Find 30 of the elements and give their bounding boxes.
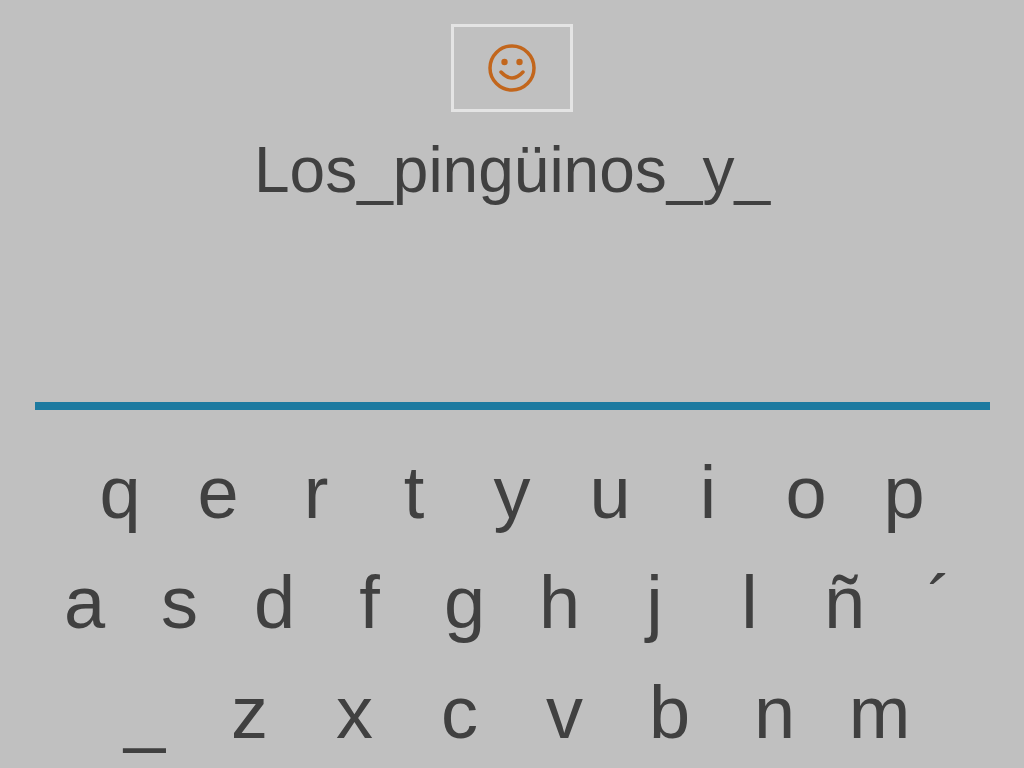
letter-key[interactable]: o <box>757 450 855 536</box>
letter-key[interactable]: m <box>827 670 932 756</box>
letter-key[interactable]: l <box>702 560 797 646</box>
letter-key[interactable]: q <box>71 450 169 536</box>
letter-key[interactable]: n <box>722 670 827 756</box>
smiley-icon <box>486 42 538 94</box>
letter-key[interactable]: v <box>512 670 617 756</box>
letter-key[interactable]: x <box>302 670 407 756</box>
letter-key[interactable]: p <box>855 450 953 536</box>
letter-key[interactable]: z <box>197 670 302 756</box>
letter-key[interactable]: b <box>617 670 722 756</box>
letter-key[interactable]: d <box>227 560 322 646</box>
letter-key[interactable]: _ <box>92 670 197 756</box>
letter-key[interactable]: i <box>659 450 757 536</box>
letter-key[interactable]: j <box>607 560 702 646</box>
letter-key[interactable]: e <box>169 450 267 536</box>
letter-key[interactable]: t <box>365 450 463 536</box>
letter-key[interactable]: y <box>463 450 561 536</box>
hint-button[interactable] <box>451 24 573 112</box>
letter-key[interactable]: u <box>561 450 659 536</box>
letter-key[interactable]: a <box>37 560 132 646</box>
letter-key[interactable]: c <box>407 670 512 756</box>
typed-text: Los_pingüinos_y_ <box>254 134 770 206</box>
letter-key[interactable]: ñ <box>797 560 892 646</box>
letter-key[interactable]: f <box>322 560 417 646</box>
letter-key[interactable]: ´ <box>892 560 987 646</box>
letter-key[interactable]: r <box>267 450 365 536</box>
letter-key[interactable]: s <box>132 560 227 646</box>
letter-key[interactable]: h <box>512 560 607 646</box>
letter-key[interactable]: g <box>417 560 512 646</box>
